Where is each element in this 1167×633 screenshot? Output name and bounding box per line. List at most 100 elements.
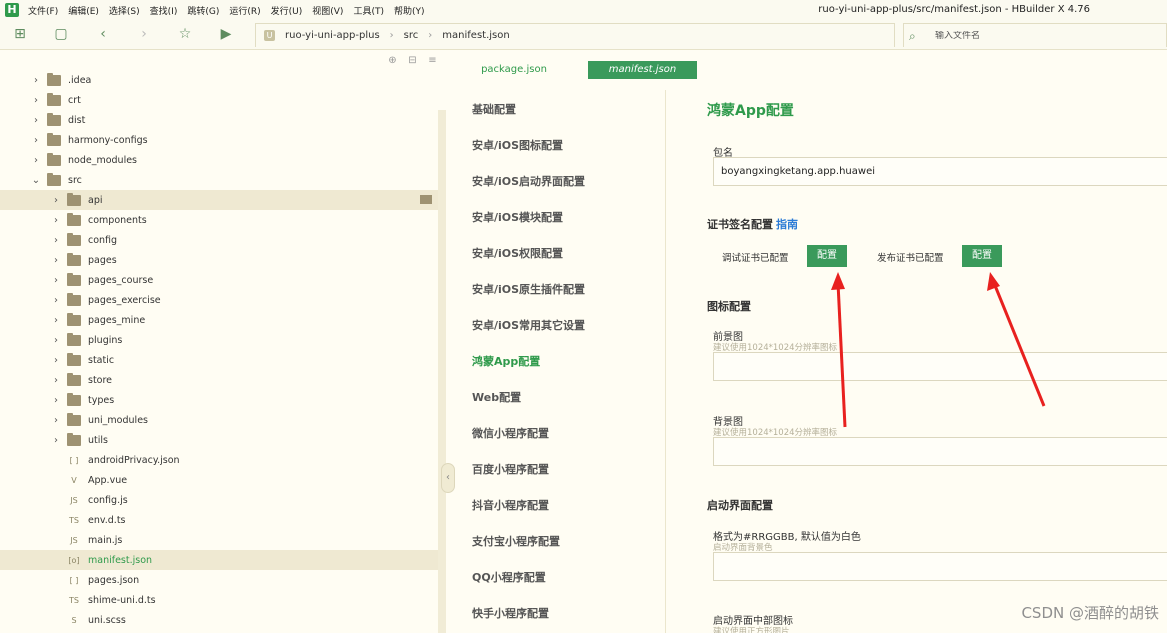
chevron-right-icon[interactable]: › xyxy=(30,115,42,126)
tree-item[interactable]: › config xyxy=(0,230,438,250)
tree-item-label: components xyxy=(88,214,147,226)
tree-item[interactable]: › crt xyxy=(0,90,438,110)
folder-icon xyxy=(67,392,81,406)
chevron-right-icon[interactable]: › xyxy=(50,335,62,346)
nav-app-modules[interactable]: 安卓/iOS模块配置 xyxy=(472,209,563,225)
nav-app-permissions[interactable]: 安卓/iOS权限配置 xyxy=(472,245,563,261)
folder-icon[interactable] xyxy=(420,195,432,204)
nav-douyin[interactable]: 抖音小程序配置 xyxy=(472,497,549,513)
tree-item[interactable]: › plugins xyxy=(0,330,438,350)
tree-item[interactable]: JS main.js xyxy=(0,530,438,550)
chevron-right-icon[interactable]: › xyxy=(50,395,62,406)
menu-view[interactable]: 视图(V) xyxy=(312,4,343,17)
chevron-right-icon[interactable]: › xyxy=(50,195,62,206)
tree-item[interactable]: [ ] androidPrivacy.json xyxy=(0,450,438,470)
foreground-input[interactable] xyxy=(713,352,1167,381)
nav-app-native-plugins[interactable]: 安卓/iOS原生插件配置 xyxy=(472,281,585,297)
tree-menu-icon[interactable]: ≡ xyxy=(427,55,438,66)
file-search-input[interactable] xyxy=(935,30,1135,41)
menu-select[interactable]: 选择(S) xyxy=(109,4,140,17)
breadcrumb-src[interactable]: src xyxy=(404,30,419,41)
tree-item[interactable]: V App.vue xyxy=(0,470,438,490)
nav-harmony[interactable]: 鸿蒙App配置 xyxy=(472,353,540,369)
nav-app-splash[interactable]: 安卓/iOS启动界面配置 xyxy=(472,173,585,189)
chevron-right-icon[interactable]: › xyxy=(30,75,42,86)
collapse-all-icon[interactable]: ⊟ xyxy=(407,55,418,66)
tree-item[interactable]: › static xyxy=(0,350,438,370)
tree-item-label: main.js xyxy=(88,534,123,546)
menu-file[interactable]: 文件(F) xyxy=(28,4,58,17)
tab-package-json[interactable]: package.json xyxy=(478,61,550,79)
tree-item[interactable]: TS shime-uni.d.ts xyxy=(0,590,438,610)
menu-edit[interactable]: 编辑(E) xyxy=(68,4,99,17)
nav-alipay[interactable]: 支付宝小程序配置 xyxy=(472,533,560,549)
nav-basic[interactable]: 基础配置 xyxy=(472,101,516,117)
breadcrumb-project[interactable]: ruo-yi-uni-app-plus xyxy=(285,30,380,41)
nav-baidu[interactable]: 百度小程序配置 xyxy=(472,461,549,477)
star-icon[interactable]: ☆ xyxy=(177,26,193,42)
chevron-right-icon[interactable]: › xyxy=(50,435,62,446)
chevron-right-icon[interactable]: › xyxy=(30,155,42,166)
cert-guide-link[interactable]: 指南 xyxy=(776,218,798,231)
chevron-right-icon[interactable]: › xyxy=(50,415,62,426)
watermark: CSDN @酒醉的胡铁 xyxy=(1021,604,1159,622)
menu-tools[interactable]: 工具(T) xyxy=(353,4,384,17)
tree-item[interactable]: › pages_exercise xyxy=(0,290,438,310)
tree-item[interactable]: › utils xyxy=(0,430,438,450)
background-input[interactable] xyxy=(713,437,1167,466)
menu-publish[interactable]: 发行(U) xyxy=(271,4,303,17)
chevron-right-icon[interactable]: › xyxy=(50,295,62,306)
chevron-right-icon[interactable]: › xyxy=(50,375,62,386)
release-cert-config-button[interactable]: 配置 xyxy=(962,245,1002,267)
tree-item[interactable]: [o] manifest.json xyxy=(0,550,438,570)
tree-item[interactable]: › types xyxy=(0,390,438,410)
tree-item[interactable]: › pages xyxy=(0,250,438,270)
nav-weixin[interactable]: 微信小程序配置 xyxy=(472,425,549,441)
chevron-right-icon[interactable]: › xyxy=(30,135,42,146)
menu-goto[interactable]: 跳转(G) xyxy=(187,4,219,17)
back-arrow-icon[interactable]: ‹ xyxy=(95,26,111,42)
chevron-right-icon[interactable]: › xyxy=(50,235,62,246)
tree-item[interactable]: Suni.scss xyxy=(0,610,438,630)
chevron-right-icon[interactable]: › xyxy=(50,315,62,326)
chevron-right-icon[interactable]: › xyxy=(50,215,62,226)
new-file-icon[interactable]: ⊞ xyxy=(12,26,28,42)
tree-item[interactable]: JS config.js xyxy=(0,490,438,510)
tree-item[interactable]: › .idea xyxy=(0,70,438,90)
chevron-right-icon[interactable]: › xyxy=(50,255,62,266)
splash-color-input[interactable] xyxy=(713,552,1167,581)
tree-item[interactable]: › harmony-configs xyxy=(0,130,438,150)
tree-scrollbar[interactable] xyxy=(438,110,446,633)
nav-web[interactable]: Web配置 xyxy=(472,389,521,405)
tree-item[interactable]: › components xyxy=(0,210,438,230)
nav-kuaishou[interactable]: 快手小程序配置 xyxy=(472,605,549,621)
run-icon[interactable]: ▶ xyxy=(218,26,234,42)
nav-qq[interactable]: QQ小程序配置 xyxy=(472,569,546,585)
tree-item[interactable]: TS env.d.ts xyxy=(0,510,438,530)
forward-arrow-icon[interactable]: › xyxy=(136,26,152,42)
tree-item[interactable]: [ ] pages.json xyxy=(0,570,438,590)
chevron-right-icon[interactable]: › xyxy=(30,95,42,106)
breadcrumb-file[interactable]: manifest.json xyxy=(442,30,509,41)
chevron-right-icon[interactable]: › xyxy=(50,275,62,286)
tree-item[interactable]: › uni_modules xyxy=(0,410,438,430)
menu-find[interactable]: 查找(I) xyxy=(150,4,178,17)
debug-cert-config-button[interactable]: 配置 xyxy=(807,245,847,267)
tree-item[interactable]: › node_modules xyxy=(0,150,438,170)
menu-help[interactable]: 帮助(Y) xyxy=(394,4,425,17)
chevron-right-icon[interactable]: › xyxy=(50,355,62,366)
chevron-down-icon[interactable]: ⌄ xyxy=(30,175,42,186)
nav-app-icon[interactable]: 安卓/iOS图标配置 xyxy=(472,137,563,153)
package-name-input[interactable]: boyangxingketang.app.huawei xyxy=(713,157,1167,186)
save-icon[interactable]: ▢ xyxy=(53,26,69,42)
nav-app-other[interactable]: 安卓/iOS常用其它设置 xyxy=(472,317,585,333)
tree-item[interactable]: ⌄ src xyxy=(0,170,438,190)
locate-icon[interactable]: ⊕ xyxy=(387,55,398,66)
tree-item[interactable]: › store xyxy=(0,370,438,390)
tree-item[interactable]: › pages_course xyxy=(0,270,438,290)
tree-item[interactable]: › pages_mine xyxy=(0,310,438,330)
tree-item[interactable]: › api xyxy=(0,190,438,210)
tab-manifest-json[interactable]: manifest.json xyxy=(588,61,697,79)
menu-run[interactable]: 运行(R) xyxy=(229,4,260,17)
tree-item[interactable]: › dist xyxy=(0,110,438,130)
